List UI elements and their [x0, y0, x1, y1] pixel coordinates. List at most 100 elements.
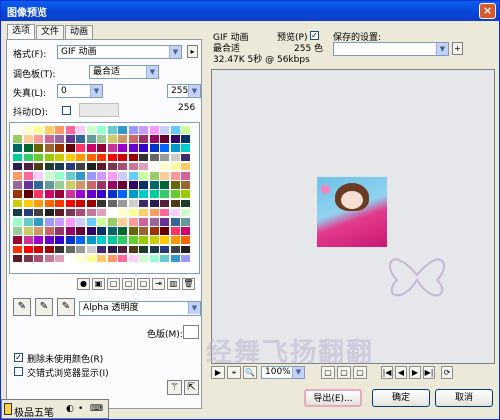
palette-swatch[interactable]: [149, 254, 159, 263]
palette-swatch[interactable]: [76, 190, 85, 199]
palette-swatch[interactable]: [44, 245, 54, 254]
palette-swatch[interactable]: [76, 172, 85, 180]
palette-swatch[interactable]: [139, 190, 148, 199]
palette-swatch[interactable]: [34, 144, 43, 153]
export-button[interactable]: 导出(E)...: [304, 389, 362, 407]
dither-checkbox[interactable]: [62, 106, 71, 115]
tab-animation[interactable]: 动画: [65, 25, 93, 39]
palette-swatch[interactable]: [149, 236, 159, 245]
palette-swatch[interactable]: [86, 245, 96, 254]
palette-swatch[interactable]: [107, 254, 117, 263]
palette-swatch[interactable]: [55, 135, 64, 143]
palette-swatch[interactable]: [170, 199, 180, 208]
play-icon[interactable]: ▶: [409, 366, 421, 379]
palette-swatch[interactable]: [34, 236, 43, 245]
palette-swatch[interactable]: [170, 190, 180, 199]
palette-swatch[interactable]: [139, 218, 148, 226]
palette-swatch[interactable]: [13, 144, 22, 153]
palette-swatch[interactable]: [128, 190, 138, 199]
palette-swatch[interactable]: [149, 126, 159, 134]
palette-swatch[interactable]: [107, 153, 117, 162]
palette-swatch[interactable]: [118, 126, 127, 134]
palette-swatch[interactable]: [181, 208, 190, 217]
palette-swatch[interactable]: [149, 190, 159, 199]
palette-swatch[interactable]: [44, 208, 54, 217]
palette-swatch[interactable]: [149, 144, 159, 153]
palette-swatch[interactable]: [118, 236, 127, 245]
palette-swatch[interactable]: [160, 126, 169, 134]
palette-swatch[interactable]: [44, 172, 54, 180]
palette-swatch[interactable]: [65, 199, 75, 208]
format-select[interactable]: GIF 动画 ▼: [57, 45, 182, 59]
palette-swatch[interactable]: [107, 218, 117, 226]
palette-swatch[interactable]: [160, 199, 169, 208]
palette-swatch[interactable]: [44, 218, 54, 226]
palette-swatch[interactable]: [118, 208, 127, 217]
ime-punctuation-icon[interactable]: •: [78, 404, 83, 414]
palette-swatch[interactable]: [13, 172, 22, 180]
palette-swatch[interactable]: [181, 199, 190, 208]
palette-swatch[interactable]: [128, 181, 138, 189]
ime-moon-icon[interactable]: ◐: [66, 404, 74, 414]
palette-swatch[interactable]: [170, 162, 180, 171]
palette-swatch[interactable]: [118, 190, 127, 199]
prev-frame-icon[interactable]: ◀: [395, 366, 407, 379]
palette-swatch[interactable]: [107, 172, 117, 180]
palette-swatch[interactable]: [107, 135, 117, 143]
palette-swatch[interactable]: [97, 199, 106, 208]
palette-swatch[interactable]: [170, 153, 180, 162]
palette-swatch[interactable]: [86, 254, 96, 263]
palette-swatch[interactable]: [97, 245, 106, 254]
palette-swatch[interactable]: [170, 181, 180, 189]
palette-swatch[interactable]: [139, 236, 148, 245]
palette-swatch[interactable]: [149, 172, 159, 180]
palette-swatch[interactable]: [55, 218, 64, 226]
palette-swatch[interactable]: [13, 135, 22, 143]
loss-input[interactable]: 0 ▼: [57, 84, 103, 98]
palette-swatch[interactable]: [34, 199, 43, 208]
ime-name[interactable]: 极品五笔: [14, 404, 54, 419]
palette-swatch[interactable]: [97, 218, 106, 226]
palette-swatch[interactable]: [34, 172, 43, 180]
palette-swatch[interactable]: [170, 208, 180, 217]
palette-swatch[interactable]: [55, 126, 64, 134]
palette-swatch[interactable]: [170, 236, 180, 245]
palette-swatch[interactable]: [55, 208, 64, 217]
palette-swatch[interactable]: [65, 135, 75, 143]
palette-swatch[interactable]: [139, 135, 148, 143]
palette-swatch[interactable]: [76, 236, 85, 245]
palette-swatch[interactable]: [128, 199, 138, 208]
palette-swatch[interactable]: [76, 126, 85, 134]
palette-swatch[interactable]: [97, 162, 106, 171]
palette-swatch[interactable]: [149, 245, 159, 254]
palette-swatch[interactable]: [160, 227, 169, 235]
palette-select[interactable]: 最合适 ▼: [89, 65, 159, 79]
loop-icon[interactable]: ⟳: [441, 366, 453, 379]
palette-swatch[interactable]: [118, 144, 127, 153]
palette-swatch[interactable]: [149, 199, 159, 208]
palette-swatch[interactable]: [13, 181, 22, 189]
palette-swatch[interactable]: [139, 199, 148, 208]
palette-swatch[interactable]: [181, 162, 190, 171]
tab-options[interactable]: 选项: [7, 24, 35, 40]
palette-swatch[interactable]: [160, 218, 169, 226]
palette-swatch[interactable]: [128, 254, 138, 263]
two-up-view-icon[interactable]: ▢: [337, 366, 351, 379]
palette-swatch[interactable]: [160, 144, 169, 153]
pointer-tool-icon[interactable]: ▶: [211, 366, 225, 379]
palette-swatch[interactable]: [23, 218, 33, 226]
palette-swatch[interactable]: [149, 208, 159, 217]
palette-swatch[interactable]: [23, 126, 33, 134]
palette-swatch[interactable]: [23, 181, 33, 189]
palette-swatch[interactable]: [139, 208, 148, 217]
palette-swatch[interactable]: [149, 153, 159, 162]
palette-swatch[interactable]: [34, 208, 43, 217]
palette-swatch[interactable]: [44, 227, 54, 235]
palette-swatch[interactable]: [118, 181, 127, 189]
palette-swatch[interactable]: [55, 172, 64, 180]
palette-swatch[interactable]: [128, 126, 138, 134]
palette-swatch[interactable]: [181, 245, 190, 254]
palette-swatch[interactable]: [76, 208, 85, 217]
palette-swatch[interactable]: [160, 172, 169, 180]
palette-swatch[interactable]: [55, 190, 64, 199]
